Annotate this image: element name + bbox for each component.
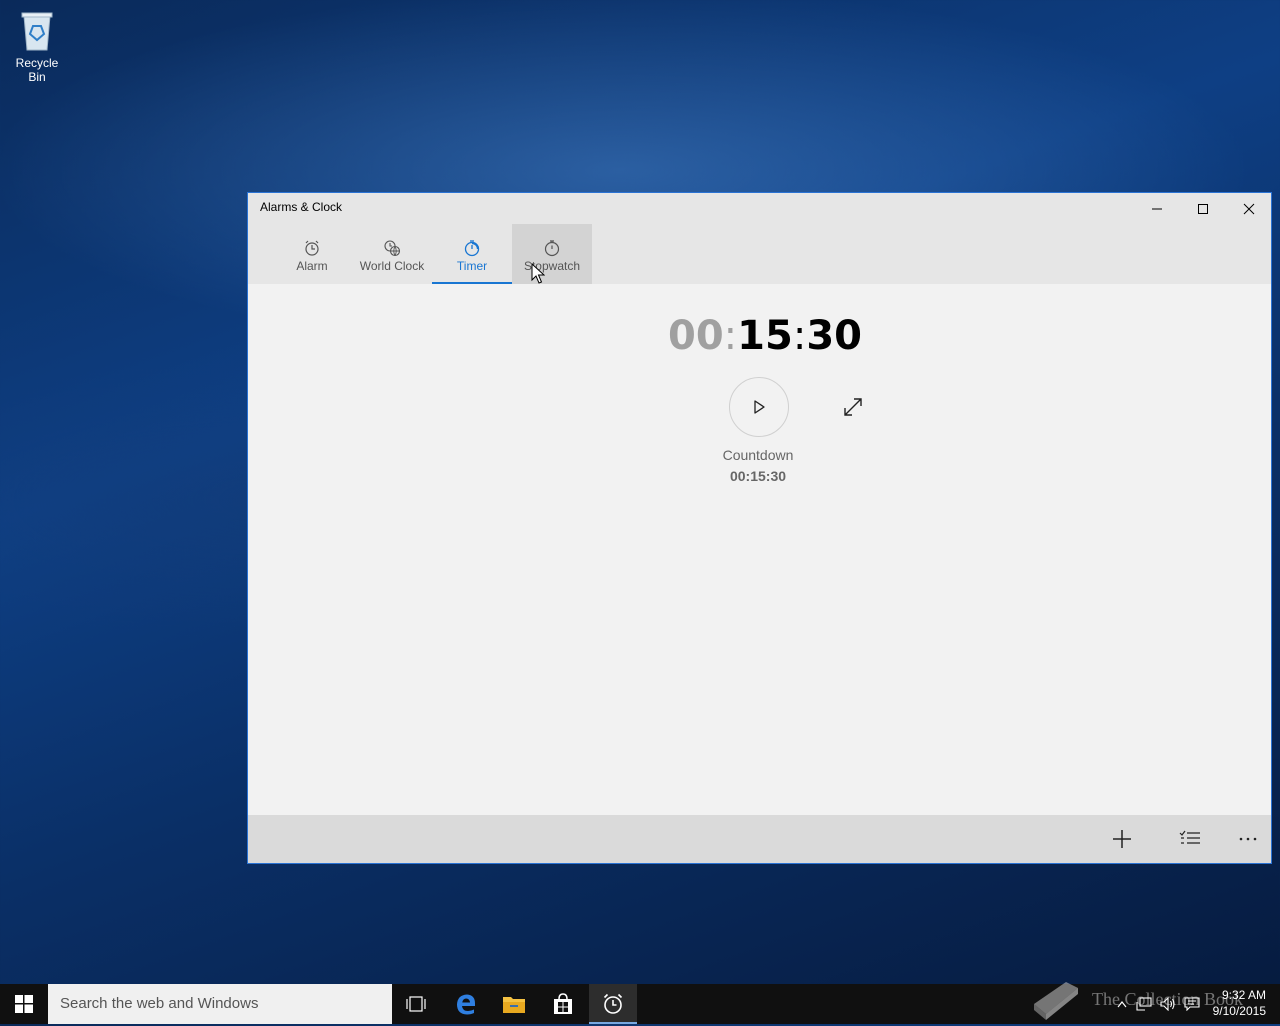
start-button[interactable] bbox=[0, 984, 48, 1024]
minimize-button[interactable] bbox=[1134, 193, 1180, 224]
title-bar[interactable]: Alarms & Clock bbox=[248, 193, 1271, 224]
clock-date: 9/10/2015 bbox=[1212, 1004, 1266, 1018]
maximize-button[interactable] bbox=[1180, 193, 1226, 224]
close-button[interactable] bbox=[1226, 193, 1272, 224]
expand-timer-button[interactable] bbox=[838, 393, 868, 421]
timer-seconds: 30 bbox=[806, 313, 862, 359]
window-title: Alarms & Clock bbox=[260, 200, 343, 214]
timer-minutes: 15 bbox=[737, 313, 793, 359]
maximize-icon bbox=[1198, 203, 1208, 214]
network-button[interactable] bbox=[1132, 997, 1156, 1011]
timer-time-display: 00:15:30 bbox=[668, 313, 862, 359]
recycle-bin-icon bbox=[19, 8, 55, 52]
checklist-icon bbox=[1179, 830, 1200, 844]
plus-icon bbox=[1113, 830, 1131, 848]
tab-stopwatch[interactable]: Stopwatch bbox=[512, 224, 592, 284]
tab-alarm-label: Alarm bbox=[296, 259, 328, 273]
select-timers-button[interactable] bbox=[1175, 825, 1205, 853]
system-tray bbox=[1112, 984, 1204, 1024]
edge-browser-button[interactable] bbox=[442, 984, 490, 1024]
search-box[interactable]: Search the web and Windows bbox=[48, 984, 392, 1024]
tab-bar: Alarm World Clock Timer Stopwatch bbox=[248, 224, 1271, 284]
tab-stopwatch-label: Stopwatch bbox=[523, 259, 581, 273]
alarm-clock-icon bbox=[603, 993, 623, 1014]
task-view-button[interactable] bbox=[392, 984, 440, 1024]
volume-button[interactable] bbox=[1156, 997, 1180, 1011]
tab-timer[interactable]: Timer bbox=[432, 224, 512, 284]
tab-alarm[interactable]: Alarm bbox=[272, 224, 352, 284]
taskbar-clock[interactable]: 9:32 AM 9/10/2015 bbox=[1213, 987, 1266, 1019]
speaker-icon bbox=[1160, 997, 1175, 1011]
timer-name: Countdown bbox=[722, 447, 794, 463]
recycle-bin[interactable]: Recycle Bin bbox=[6, 8, 68, 84]
add-timer-button[interactable] bbox=[1107, 825, 1137, 853]
world-clock-icon bbox=[384, 240, 401, 257]
notification-icon bbox=[1184, 997, 1200, 1011]
alarm-icon bbox=[305, 240, 319, 256]
more-options-button[interactable] bbox=[1233, 825, 1263, 853]
show-hidden-icons-button[interactable] bbox=[1112, 1000, 1132, 1008]
play-icon bbox=[754, 400, 765, 414]
alarms-clock-taskbar-button[interactable] bbox=[589, 984, 637, 1024]
tab-world-clock-label: World Clock bbox=[359, 259, 425, 273]
store-icon bbox=[554, 993, 572, 1014]
timer-separator: : bbox=[792, 313, 807, 359]
windows-logo-icon bbox=[15, 995, 33, 1013]
close-icon bbox=[1243, 203, 1255, 214]
edge-icon bbox=[457, 994, 475, 1015]
minimize-icon bbox=[1152, 208, 1162, 209]
chevron-up-icon bbox=[1117, 1001, 1127, 1008]
task-view-icon bbox=[406, 996, 426, 1012]
stopwatch-icon bbox=[544, 240, 560, 257]
clock-time: 9:32 AM bbox=[1221, 988, 1266, 1002]
watermark-book-icon bbox=[1030, 974, 1082, 1026]
tab-timer-label: Timer bbox=[456, 259, 488, 273]
network-icon bbox=[1136, 997, 1152, 1011]
store-button[interactable] bbox=[539, 984, 587, 1024]
mouse-cursor-icon bbox=[531, 263, 545, 284]
start-timer-button[interactable] bbox=[729, 377, 789, 437]
expand-icon bbox=[844, 398, 862, 416]
file-explorer-button[interactable] bbox=[490, 984, 538, 1024]
timer-duration: 00:15:30 bbox=[729, 468, 787, 484]
command-bar bbox=[248, 815, 1271, 863]
action-center-button[interactable] bbox=[1180, 997, 1204, 1011]
recycle-bin-label: Recycle Bin bbox=[15, 56, 59, 84]
more-icon bbox=[1239, 837, 1257, 841]
folder-icon bbox=[503, 997, 525, 1013]
alarms-clock-window: Alarms & Clock Alarm World Clock Timer S… bbox=[247, 192, 1272, 864]
timer-hours: 00 bbox=[668, 313, 724, 359]
timer-icon bbox=[464, 240, 480, 257]
timer-separator: : bbox=[723, 313, 738, 359]
tab-world-clock[interactable]: World Clock bbox=[352, 224, 432, 284]
taskbar: Search the web and Windows The Collectio… bbox=[0, 982, 1280, 1024]
